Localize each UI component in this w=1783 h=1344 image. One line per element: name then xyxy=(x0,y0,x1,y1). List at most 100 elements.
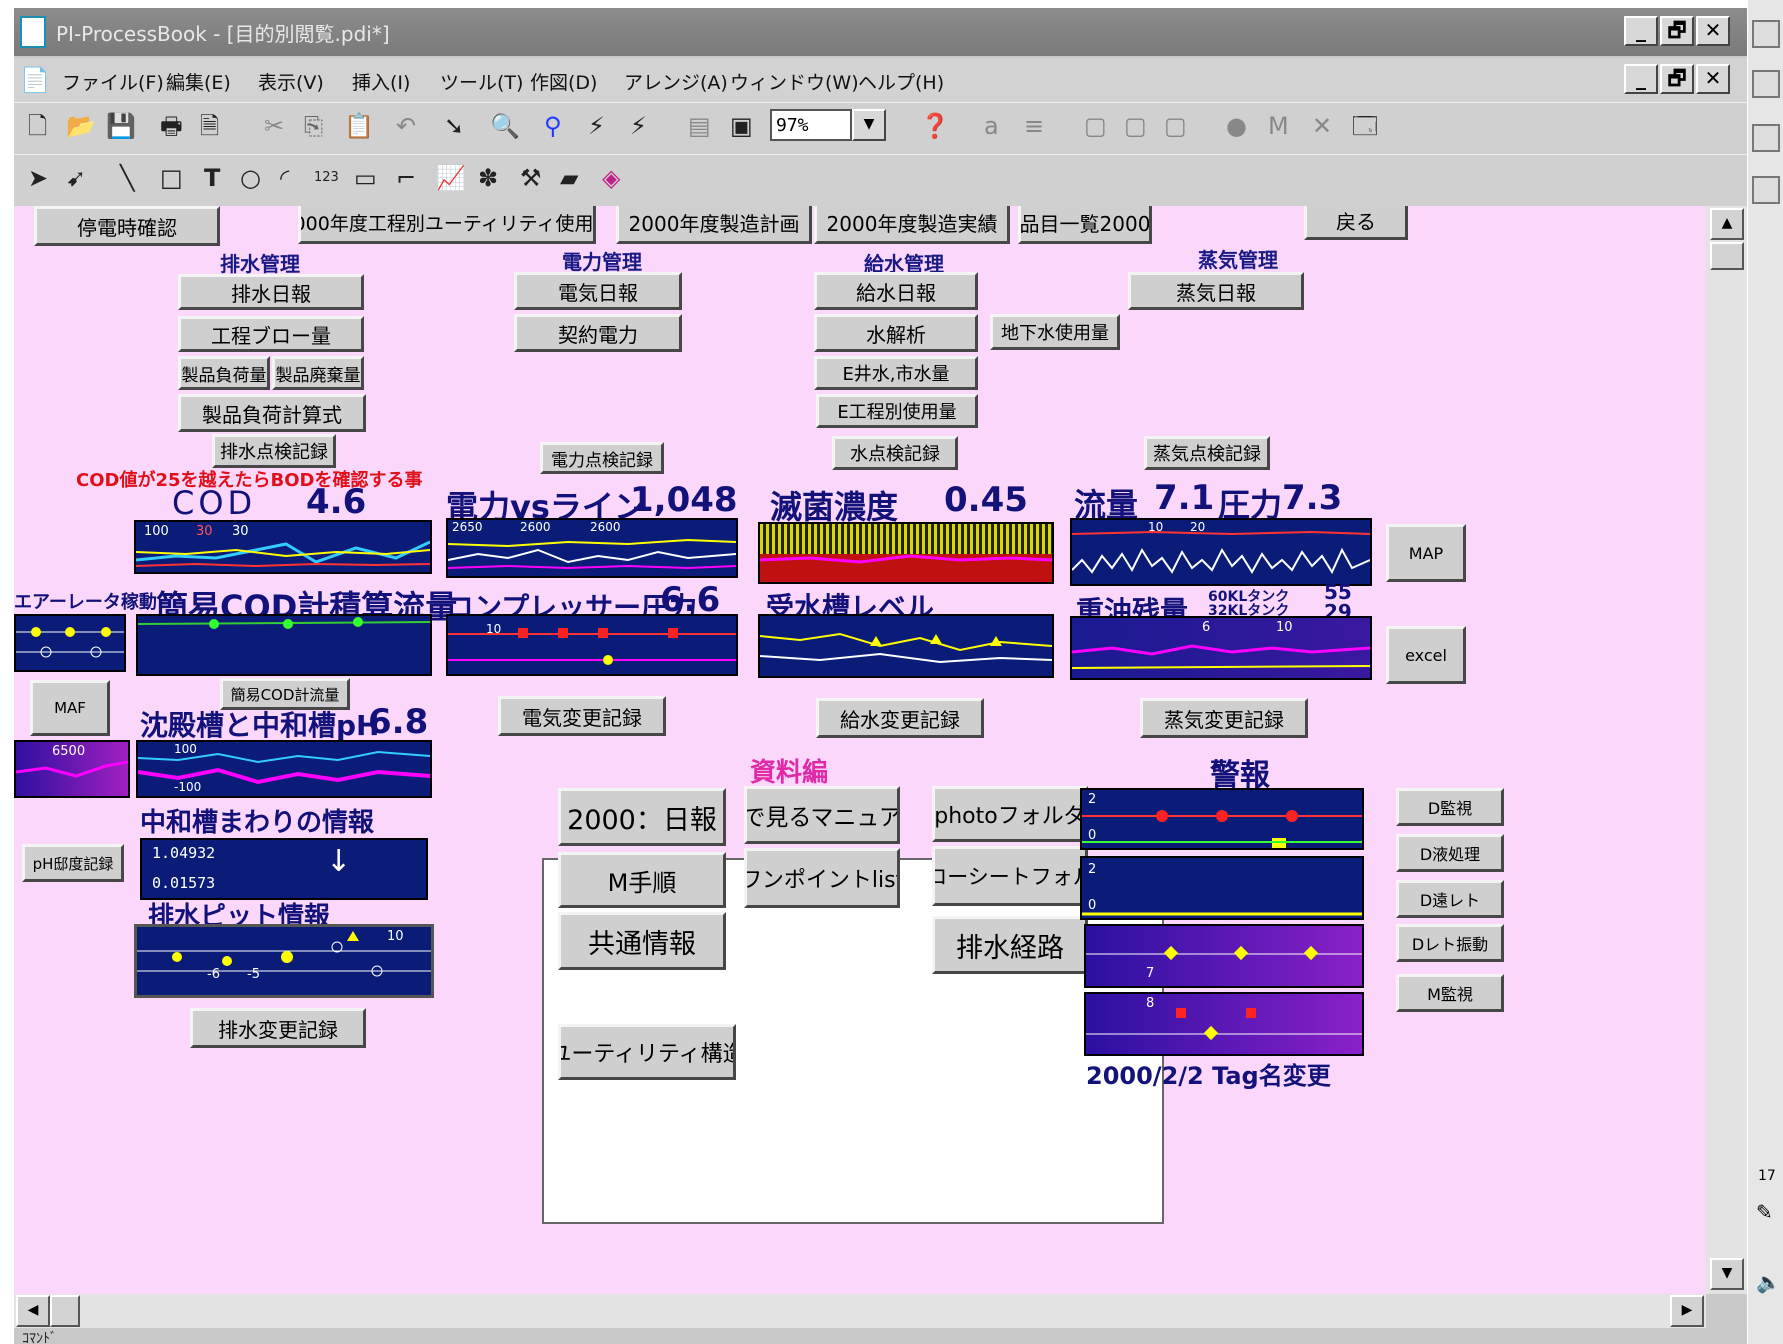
alarm-trend-3[interactable]: 7 xyxy=(1084,924,1364,988)
scroll-down-button[interactable]: ▼ xyxy=(1710,1258,1744,1290)
product-load-button[interactable]: 製品負荷量 xyxy=(178,356,270,390)
d-monitor-button[interactable]: D監視 xyxy=(1396,788,1504,826)
ungroup-icon[interactable]: ▢ xyxy=(1124,111,1147,141)
chart-icon[interactable]: 📈 xyxy=(436,163,466,193)
app-tray-icon[interactable] xyxy=(1752,20,1780,48)
drain-inspection-button[interactable]: 排水点検記録 xyxy=(212,434,336,468)
circle-icon[interactable]: ● xyxy=(1226,111,1247,141)
process-blow-button[interactable]: 工程ブロー量 xyxy=(178,316,364,352)
cod-trend[interactable]: 100 30 30 xyxy=(134,520,432,574)
ellipse-icon[interactable]: ○ xyxy=(240,163,261,193)
open-icon[interactable]: 📂 xyxy=(66,111,96,141)
pit-trend[interactable]: 10 -6 -5 xyxy=(134,924,434,998)
close-button[interactable]: ✕ xyxy=(1696,16,1730,46)
minimize-button[interactable]: _ xyxy=(1624,16,1658,46)
photo-folder-button[interactable]: photoフォルダ xyxy=(932,786,1088,842)
properties-icon[interactable]: 🗔 xyxy=(1352,111,1378,141)
text-icon[interactable]: a xyxy=(984,111,999,141)
symbol-icon[interactable]: ✽ xyxy=(478,163,498,193)
ewell-water-button[interactable]: E井水,市水量 xyxy=(814,356,978,390)
menu-help[interactable]: ヘルプ(H) xyxy=(858,68,944,95)
ph-small-trend[interactable]: 6500 xyxy=(14,740,130,798)
speaker-icon[interactable]: 🔈 xyxy=(1756,1270,1781,1294)
drain-change-button[interactable]: 排水変更記録 xyxy=(190,1008,366,1048)
power-outage-button[interactable]: 停電時確認 xyxy=(34,206,220,246)
m-monitor-button[interactable]: M監視 xyxy=(1396,974,1504,1012)
sterilize-trend[interactable] xyxy=(758,522,1054,584)
m-procedure-button[interactable]: M手順 xyxy=(558,852,726,908)
d-centrifuge-button[interactable]: D遠レト xyxy=(1396,880,1504,918)
undo-icon[interactable]: ↶ xyxy=(396,111,416,141)
print-icon[interactable]: 🖶 xyxy=(160,111,183,141)
multistate-icon[interactable]: ▰ xyxy=(560,163,578,193)
preview-icon[interactable]: 🗎 xyxy=(200,111,219,141)
menu-tools[interactable]: ツール(T) xyxy=(440,68,523,95)
text-tool-icon[interactable]: T xyxy=(204,163,220,193)
eprocess-water-button[interactable]: E工程別使用量 xyxy=(816,394,978,428)
help-icon[interactable]: ❓ xyxy=(920,111,950,141)
order-icon[interactable]: ▢ xyxy=(1164,111,1187,141)
aerator-status[interactable] xyxy=(14,614,126,672)
window-icon[interactable]: ▣ xyxy=(730,111,753,141)
power-change-button[interactable]: 電気変更記録 xyxy=(498,696,666,736)
trend-icon[interactable]: ⚡ xyxy=(588,111,605,141)
ph-trend[interactable]: 100 -100 xyxy=(136,740,432,798)
maximize-button[interactable]: 🗗 xyxy=(1660,16,1694,46)
find-icon[interactable]: 🔍 xyxy=(490,111,520,141)
utility-usage-button[interactable]: 2000年度工程別ユーティリティ使用量 xyxy=(298,206,596,244)
steam-inspection-button[interactable]: 蒸気点検記録 xyxy=(1144,436,1270,470)
vertical-scroll-thumb[interactable] xyxy=(1710,242,1744,270)
load-formula-button[interactable]: 製品負荷計算式 xyxy=(178,394,366,432)
product-list-button[interactable]: 品目一覧2000 xyxy=(1018,206,1152,244)
pen-icon[interactable]: ✎ xyxy=(1756,1200,1773,1224)
button-tool-icon[interactable]: ▭ xyxy=(354,163,377,193)
scroll-right-button[interactable]: ▶ xyxy=(1670,1295,1704,1327)
oil-trend[interactable]: 6 10 xyxy=(1070,616,1372,680)
d-liquid-treatment-button[interactable]: D液処理 xyxy=(1396,834,1504,872)
excel-button[interactable]: excel xyxy=(1386,626,1466,684)
maf-button[interactable]: MAF xyxy=(30,680,110,736)
ph-record-button[interactable]: pH邸度記録 xyxy=(22,844,124,882)
groundwater-button[interactable]: 地下水使用量 xyxy=(990,314,1120,350)
drain-daily-button[interactable]: 排水日報 xyxy=(178,274,364,310)
trend2-icon[interactable]: ⚡ xyxy=(630,111,647,141)
network-icon[interactable] xyxy=(1752,70,1780,98)
document-icon[interactable] xyxy=(1752,176,1780,204)
back-button[interactable]: 戻る xyxy=(1304,206,1408,240)
zoom-dropdown[interactable]: ▼ xyxy=(852,109,886,141)
compressor-trend[interactable]: 10 xyxy=(446,614,738,676)
grid-icon[interactable]: ▤ xyxy=(688,111,711,141)
reshape-icon[interactable]: ➹ xyxy=(66,163,86,193)
save-icon[interactable]: 💾 xyxy=(106,111,136,141)
tool-icon[interactable]: ⚒ xyxy=(520,163,542,193)
rectangle-icon[interactable]: □ xyxy=(160,163,183,193)
steam-daily-button[interactable]: 蒸気日報 xyxy=(1128,272,1304,310)
water-daily-button[interactable]: 給水日報 xyxy=(814,272,978,310)
menu-edit[interactable]: 編集(E) xyxy=(166,68,231,95)
water-analysis-button[interactable]: 水解析 xyxy=(814,314,978,352)
alarm-trend-2[interactable]: 2 0 xyxy=(1080,856,1364,920)
power-inspection-button[interactable]: 電力点検記録 xyxy=(540,442,664,474)
product-waste-button[interactable]: 製品廃棄量 xyxy=(272,356,364,390)
menu-view[interactable]: 表示(V) xyxy=(258,68,324,95)
flowsheet-folder-button[interactable]: フローシートフォルダ xyxy=(932,846,1088,906)
steam-change-button[interactable]: 蒸気変更記録 xyxy=(1140,698,1308,738)
common-info-button[interactable]: 共通情報 xyxy=(558,912,726,970)
scroll-up-button[interactable]: ▲ xyxy=(1710,208,1744,240)
drain-route-button[interactable]: 排水経路 xyxy=(932,916,1088,974)
one-point-list-button[interactable]: ワンポイントlist xyxy=(744,848,900,908)
water-change-button[interactable]: 給水変更記録 xyxy=(816,698,984,738)
map-button[interactable]: MAP xyxy=(1386,524,1466,582)
paste-icon[interactable]: 📋 xyxy=(344,111,374,141)
power-line-trend[interactable]: 2650 2600 2600 xyxy=(446,518,738,578)
line-icon[interactable]: ╲ xyxy=(120,163,134,193)
copy-icon[interactable]: ⎘ xyxy=(304,111,323,141)
utility-structure-button[interactable]: ユーティリティ構造 xyxy=(558,1024,736,1080)
menu-arrange[interactable]: アレンジ(A) xyxy=(624,68,728,95)
group-icon[interactable]: ▢ xyxy=(1084,111,1107,141)
alarm-trend-4[interactable]: 8 xyxy=(1084,992,1364,1056)
m-icon[interactable]: M xyxy=(1268,111,1289,141)
production-result-button[interactable]: 2000年度製造実績 xyxy=(814,206,1010,244)
arc-icon[interactable]: ◜ xyxy=(280,163,289,193)
water-inspection-button[interactable]: 水点検記録 xyxy=(832,436,958,470)
